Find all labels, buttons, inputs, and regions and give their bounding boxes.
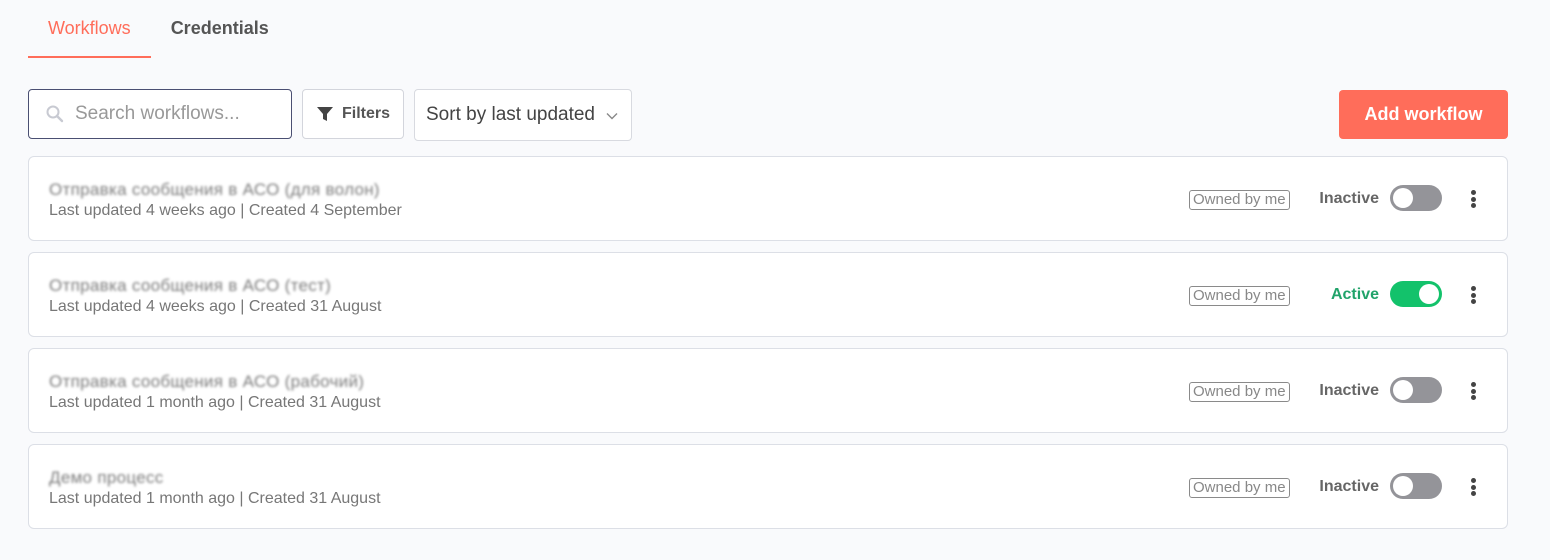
owner-badge: Owned by me — [1189, 478, 1290, 498]
active-toggle[interactable] — [1390, 377, 1442, 403]
status-label: Inactive — [1319, 478, 1379, 495]
workflow-list: Отправка сообщения в АСО (для волон) Las… — [28, 156, 1508, 540]
toolbar: Filters Sort by last updated Add workflo… — [28, 89, 1508, 141]
toggle-knob — [1419, 284, 1439, 304]
tab-bar: Workflows Credentials — [28, 0, 289, 58]
filter-icon — [316, 107, 333, 121]
workflow-card[interactable]: Отправка сообщения в АСО (тест) Last upd… — [28, 252, 1508, 337]
workflow-subtitle: Last updated 4 weeks ago | Created 4 Sep… — [49, 202, 402, 219]
tab-workflows[interactable]: Workflows — [28, 0, 151, 58]
workflow-subtitle: Last updated 1 month ago | Created 31 Au… — [49, 394, 381, 411]
owner-badge: Owned by me — [1189, 286, 1290, 306]
active-toggle[interactable] — [1390, 281, 1442, 307]
active-toggle[interactable] — [1390, 185, 1442, 211]
more-vertical-icon[interactable] — [1465, 379, 1481, 403]
workflow-card[interactable]: Отправка сообщения в АСО (рабочий) Last … — [28, 348, 1508, 433]
tab-credentials[interactable]: Credentials — [151, 0, 289, 58]
workflow-subtitle: Last updated 4 weeks ago | Created 31 Au… — [49, 298, 382, 315]
workflow-title: Отправка сообщения в АСО (рабочий) — [49, 372, 365, 391]
search-box[interactable] — [28, 89, 292, 139]
sort-label: Sort by last updated — [426, 104, 595, 125]
search-icon — [46, 105, 64, 123]
chevron-down-icon — [606, 113, 618, 120]
filters-button[interactable]: Filters — [302, 89, 404, 139]
search-input[interactable] — [75, 103, 275, 125]
more-vertical-icon[interactable] — [1465, 475, 1481, 499]
workflow-card[interactable]: Отправка сообщения в АСО (для волон) Las… — [28, 156, 1508, 241]
workflow-subtitle: Last updated 1 month ago | Created 31 Au… — [49, 490, 381, 507]
active-toggle[interactable] — [1390, 473, 1442, 499]
add-workflow-button[interactable]: Add workflow — [1339, 90, 1508, 139]
owner-badge: Owned by me — [1189, 190, 1290, 210]
owner-badge: Owned by me — [1189, 382, 1290, 402]
toggle-knob — [1393, 476, 1413, 496]
status-label: Inactive — [1319, 382, 1379, 399]
workflow-title: Демо процесс — [49, 468, 164, 487]
filters-label: Filters — [341, 105, 390, 122]
status-label: Active — [1330, 286, 1379, 303]
status-label: Inactive — [1319, 190, 1379, 207]
more-vertical-icon[interactable] — [1465, 283, 1481, 307]
toggle-knob — [1393, 380, 1413, 400]
more-vertical-icon[interactable] — [1465, 187, 1481, 211]
workflow-card[interactable]: Демо процесс Last updated 1 month ago | … — [28, 444, 1508, 529]
sort-select[interactable]: Sort by last updated — [414, 89, 632, 141]
workflow-title: Отправка сообщения в АСО (тест) — [49, 276, 332, 295]
toggle-knob — [1393, 188, 1413, 208]
workflow-title: Отправка сообщения в АСО (для волон) — [49, 180, 380, 199]
